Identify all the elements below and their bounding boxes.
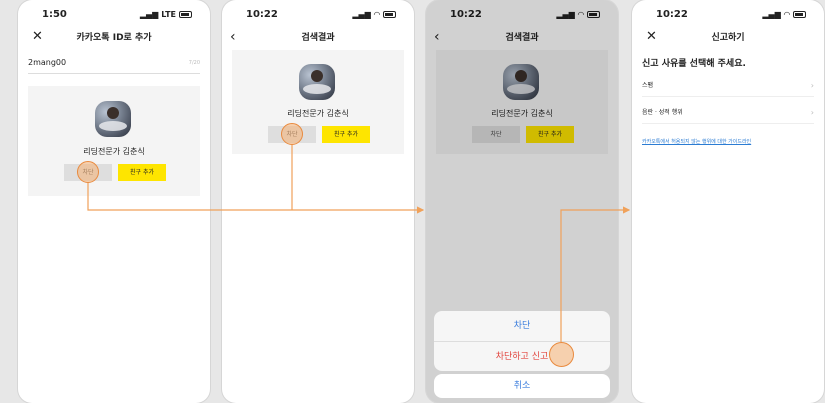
phone-screen-search-result: 10:22 ▂▄▆ ◠ ‹ 검색결과 리딩전문가 김춘식 차단 친구 추가	[222, 0, 414, 403]
status-time: 10:22	[246, 9, 278, 20]
page-title: 신고하기	[711, 33, 745, 43]
status-time: 1:50	[42, 9, 67, 20]
id-search-field[interactable]: 2mang00 7/20	[28, 56, 200, 74]
phone-screen-report: 10:22 ▂▄▆ ◠ ✕ 신고하기 신고 사유를 선택해 주세요. 스팸 › …	[632, 0, 824, 403]
tap-indicator	[77, 161, 99, 183]
phone-screen-block-sheet: 10:22 ▂▄▆ ◠ ‹ 검색결과 리딩전문가 김춘식 차단 친구 추가 차단…	[426, 0, 618, 403]
sheet-block-option[interactable]: 차단	[434, 311, 610, 342]
report-reason-label: 음란 · 성적 행위	[642, 109, 683, 116]
wifi-icon: ◠	[783, 10, 790, 19]
profile-name: 리딩전문가 김춘식	[287, 109, 349, 118]
add-friend-button[interactable]: 친구 추가	[118, 164, 166, 181]
action-sheet: 차단 차단하고 신고	[434, 311, 610, 371]
sheet-cancel: 취소	[434, 374, 610, 398]
signal-icon: ▂▄▆	[352, 10, 371, 19]
profile-avatar	[299, 64, 335, 100]
guideline-link[interactable]: 카카오톡에서 허용되지 않는 행위에 대한 가이드라인	[642, 138, 751, 145]
network-label: LTE	[161, 10, 176, 19]
report-reason-spam[interactable]: 스팸 ›	[642, 76, 814, 97]
status-bar: 10:22 ▂▄▆ ◠	[222, 9, 414, 23]
signal-icon: ▂▄▆	[139, 10, 159, 19]
status-time: 10:22	[656, 9, 688, 20]
signal-icon: ▂▄▆	[762, 10, 781, 19]
wifi-icon: ◠	[373, 10, 380, 19]
report-reason-sexual[interactable]: 음란 · 성적 행위 ›	[642, 103, 814, 124]
battery-icon	[383, 11, 396, 18]
chevron-right-icon: ›	[810, 81, 814, 90]
tap-indicator	[549, 342, 574, 367]
profile-name: 리딩전문가 김춘식	[83, 147, 145, 156]
id-input-value: 2mang00	[28, 58, 67, 67]
phone-screen-add-by-id: 1:50 ▂▄▆ LTE ✕ 카카오톡 ID로 추가 2mang00 7/20 …	[18, 0, 210, 403]
battery-icon	[793, 11, 806, 18]
tap-indicator	[281, 123, 303, 145]
page-title: 카카오톡 ID로 추가	[76, 33, 152, 43]
char-count: 7/20	[188, 60, 200, 66]
chevron-right-icon: ›	[810, 108, 814, 117]
report-reason-label: 스팸	[642, 82, 654, 89]
report-heading: 신고 사유를 선택해 주세요.	[642, 59, 746, 69]
sheet-cancel-button[interactable]: 취소	[434, 374, 610, 398]
status-bar: 1:50 ▂▄▆ LTE	[18, 9, 210, 23]
status-bar: 10:22 ▂▄▆ ◠	[632, 9, 824, 23]
battery-icon	[179, 11, 192, 18]
profile-avatar	[95, 101, 131, 137]
add-friend-button[interactable]: 친구 추가	[322, 126, 370, 143]
page-title: 검색결과	[301, 33, 335, 43]
sheet-block-report-option[interactable]: 차단하고 신고	[434, 342, 610, 372]
